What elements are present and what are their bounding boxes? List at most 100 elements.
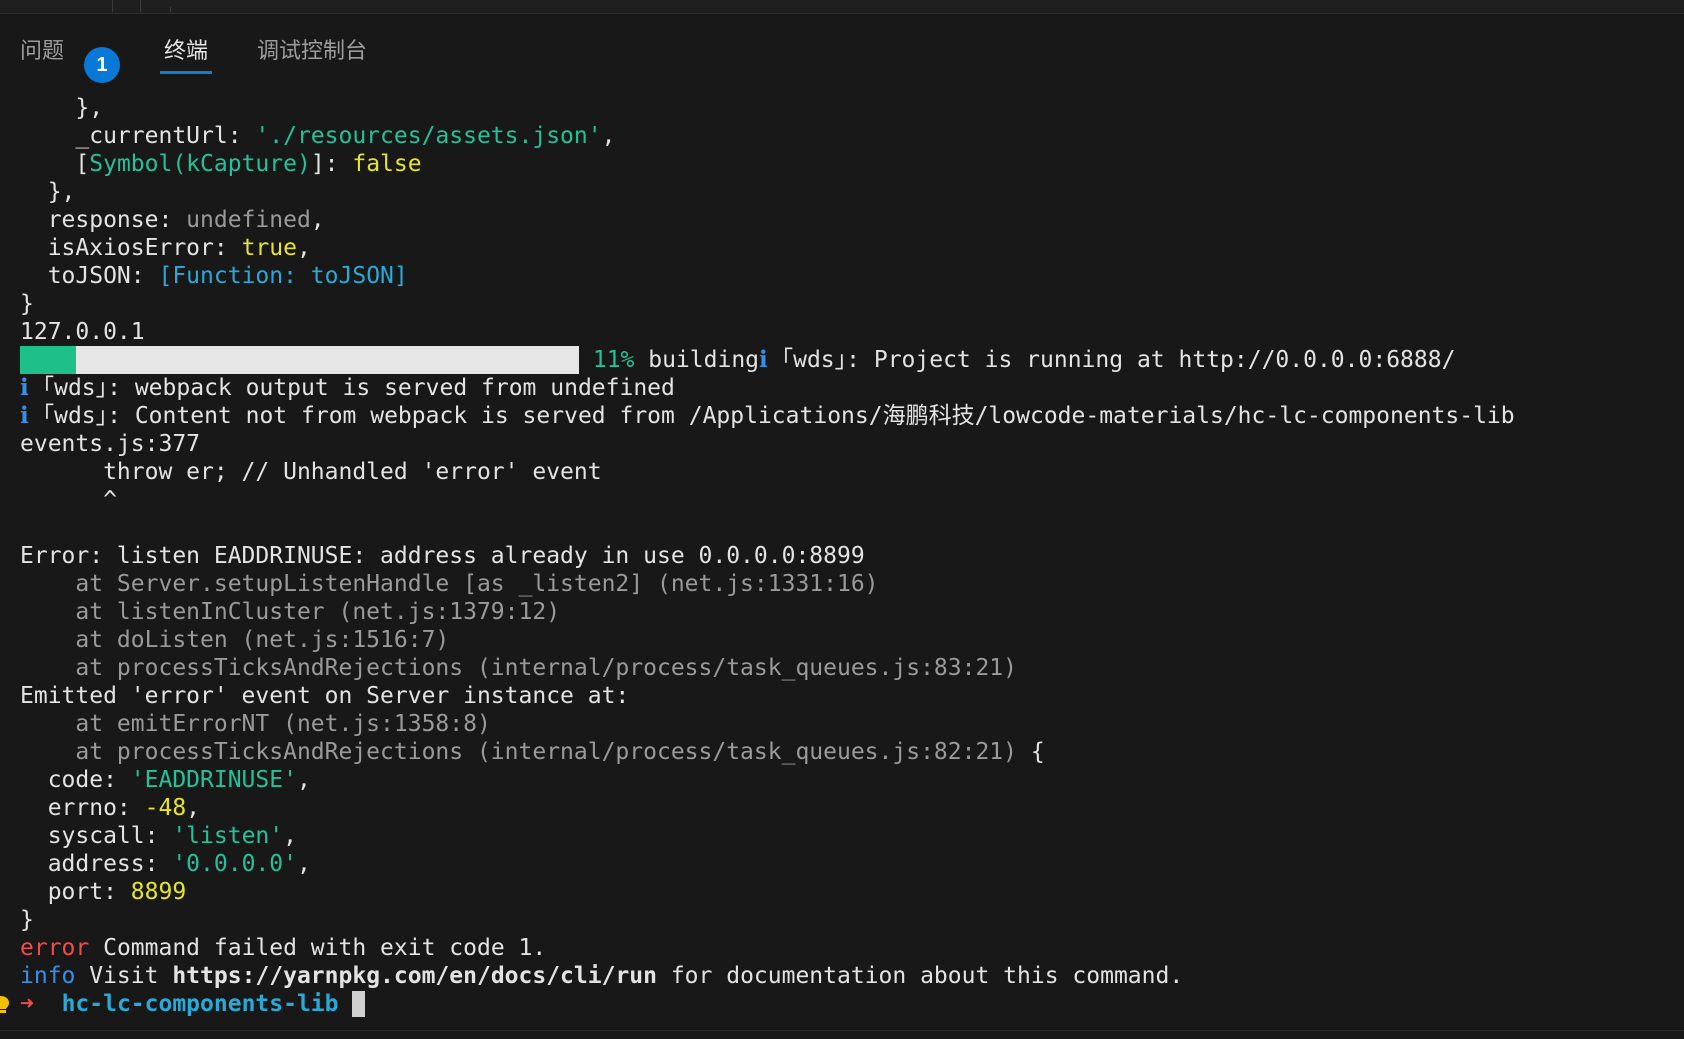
- terminal-line: events.js:377: [20, 430, 1670, 458]
- terminal-line: }: [20, 906, 1670, 934]
- terminal-line: at processTicksAndRejections (internal/p…: [20, 738, 1670, 766]
- top-divider-strip: [0, 0, 1684, 14]
- terminal-line: isAxiosError: true,: [20, 234, 1670, 262]
- string-value: 'EADDRINUSE': [130, 767, 297, 793]
- terminal-line: ℹ ｢wds｣: webpack output is served from u…: [20, 374, 1670, 402]
- terminal-text: ,: [283, 823, 297, 849]
- terminal-line: port: 8899: [20, 878, 1670, 906]
- terminal-line: info Visit https://yarnpkg.com/en/docs/c…: [20, 962, 1670, 990]
- terminal-text: ]:: [310, 151, 353, 177]
- terminal-text: ,: [186, 795, 201, 821]
- terminal-line: ^: [20, 486, 1670, 514]
- terminal-line: code: 'EADDRINUSE',: [20, 766, 1670, 794]
- tab-terminal-label: 终端: [164, 38, 209, 63]
- terminal-output[interactable]: }, _currentUrl: './resources/assets.json…: [20, 94, 1670, 1018]
- terminal-text: ｢wds｣: webpack output is served from und…: [28, 375, 675, 401]
- progress-line: 11% buildingℹ ｢wds｣: Project is running …: [20, 346, 1670, 374]
- terminal-text: ｢wds｣: Content not from webpack is serve…: [28, 403, 1515, 429]
- error-tag: error: [20, 935, 90, 961]
- terminal-line: throw er; // Unhandled 'error' event: [20, 458, 1670, 486]
- terminal-line: at emitErrorNT (net.js:1358:8): [20, 710, 1670, 738]
- terminal-line: _currentUrl: './resources/assets.json',: [20, 122, 1670, 150]
- terminal-line: address: '0.0.0.0',: [20, 850, 1670, 878]
- docs-link[interactable]: https://yarnpkg.com/en/docs/cli/run: [172, 963, 657, 989]
- terminal-text: ,: [296, 851, 311, 877]
- terminal-line: Error: listen EADDRINUSE: address alread…: [20, 542, 1670, 570]
- terminal-cursor: [352, 991, 366, 1017]
- terminal-line: [Symbol(kCapture)]: false: [20, 150, 1670, 178]
- terminal-text: [: [20, 151, 90, 177]
- info-icon: ℹ: [20, 403, 29, 429]
- terminal-line: at Server.setupListenHandle [as _listen2…: [20, 570, 1670, 598]
- terminal-text: ｢wds｣: Project is running at http://0.0.…: [767, 347, 1456, 373]
- string-value: './resources/assets.json': [255, 123, 602, 149]
- terminal-text: events.js:377: [20, 431, 201, 457]
- number-value: -48: [144, 795, 187, 821]
- symbol-value: Symbol(kCapture): [89, 151, 311, 177]
- stack-frame: at processTicksAndRejections (internal/p…: [20, 739, 1017, 765]
- boolean-value: false: [352, 151, 422, 177]
- boolean-value: true: [241, 235, 297, 261]
- terminal-text: toJSON:: [20, 263, 159, 289]
- splitter-mark: [170, 7, 171, 12]
- terminal-line: errno: -48,: [20, 794, 1670, 822]
- prompt-line[interactable]: ➜ hc-lc-components-lib: [20, 990, 1670, 1018]
- terminal-line: ℹ ｢wds｣: Content not from webpack is ser…: [20, 402, 1670, 430]
- terminal-line: at processTicksAndRejections (internal/p…: [20, 654, 1670, 682]
- tab-debug-console-label: 调试控制台: [257, 38, 368, 63]
- number-value: 8899: [130, 879, 187, 905]
- tab-debug-console[interactable]: 调试控制台: [257, 34, 367, 74]
- stack-frame: at processTicksAndRejections (internal/p…: [20, 655, 1017, 681]
- terminal-line: }: [20, 290, 1670, 318]
- terminal-line: syscall: 'listen',: [20, 822, 1670, 850]
- terminal-text: }: [20, 907, 34, 933]
- prompt-arrow-icon: ➜: [20, 991, 34, 1017]
- build-progress-bar: [20, 346, 579, 374]
- terminal-line: toJSON: [Function: toJSON]: [20, 262, 1670, 290]
- terminal-line: at doListen (net.js:1516:7): [20, 626, 1670, 654]
- terminal-line: response: undefined,: [20, 206, 1670, 234]
- string-value: '0.0.0.0': [172, 851, 297, 877]
- error-message: Error: listen EADDRINUSE: address alread…: [20, 543, 865, 569]
- terminal-text: errno:: [20, 795, 145, 821]
- stack-frame: at doListen (net.js:1516:7): [20, 627, 450, 653]
- terminal-text: isAxiosError:: [20, 235, 242, 261]
- terminal-line: },: [20, 94, 1670, 122]
- terminal-text: },: [20, 179, 76, 205]
- terminal-text: Visit: [75, 963, 173, 989]
- stack-frame: at Server.setupListenHandle [as _listen2…: [20, 571, 879, 597]
- terminal-line: at listenInCluster (net.js:1379:12): [20, 598, 1670, 626]
- terminal-text: ,: [296, 235, 311, 261]
- terminal-text: code:: [20, 767, 131, 793]
- terminal-text: },: [20, 95, 104, 121]
- terminal-text: ,: [601, 123, 616, 149]
- prompt-directory: hc-lc-components-lib: [61, 991, 339, 1017]
- problems-count-badge: 1: [84, 47, 120, 83]
- panel-tab-bar: 问题 1 终端 调试控制台: [0, 14, 1684, 83]
- active-tab-indicator: [160, 71, 213, 74]
- terminal-text: response:: [20, 207, 187, 233]
- terminal-text: for documentation about this command.: [656, 963, 1184, 989]
- terminal-text: address:: [20, 851, 173, 877]
- splitter-mark: [140, 0, 141, 12]
- build-progress-fill: [20, 346, 76, 374]
- progress-percent: 11%: [579, 347, 635, 373]
- terminal-text: syscall:: [20, 823, 173, 849]
- terminal-text: Command failed with exit code 1.: [89, 935, 547, 961]
- terminal-text: _currentUrl:: [20, 123, 256, 149]
- splitter-mark: [112, 0, 113, 12]
- terminal-line: },: [20, 178, 1670, 206]
- terminal-text: ,: [310, 207, 325, 233]
- stack-frame: at emitErrorNT (net.js:1358:8): [20, 711, 491, 737]
- tab-terminal[interactable]: 终端: [160, 34, 213, 74]
- info-tag: info: [20, 963, 76, 989]
- terminal-text: ^: [20, 487, 117, 513]
- terminal-text: Emitted 'error' event on Server instance…: [20, 683, 630, 709]
- terminal-text: port:: [20, 879, 131, 905]
- lightbulb-icon[interactable]: [0, 994, 10, 1014]
- stack-frame: at listenInCluster (net.js:1379:12): [20, 599, 561, 625]
- terminal-text: ,: [296, 767, 311, 793]
- tab-problems[interactable]: 问题: [20, 34, 64, 74]
- info-icon: ℹ: [20, 375, 29, 401]
